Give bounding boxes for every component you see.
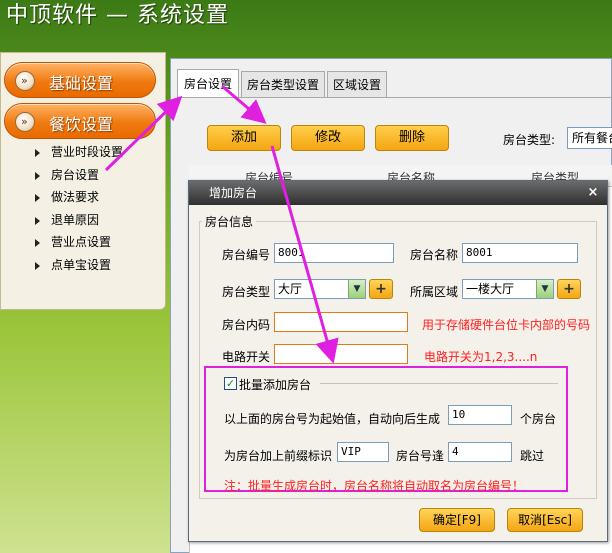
sidebar-subitem-label: 房台设置: [51, 167, 100, 182]
chevron-down-icon[interactable]: ▼: [348, 280, 365, 298]
inner-code-hint: 用于存储硬件台位卡内部的号码: [422, 318, 591, 332]
skip-suffix: 跳过: [520, 449, 545, 463]
tab-divider: [177, 97, 612, 98]
batch-note: 注：批量生成房台时，房台名称将自动取名为房台编号！: [224, 479, 525, 493]
skip-input[interactable]: 4: [448, 442, 512, 462]
dialog-title: 增加房台: [189, 181, 607, 205]
tab-area[interactable]: 区域设置: [327, 71, 387, 97]
sidebar-item-label: 基础设置: [49, 74, 114, 93]
sidebar-submenu: 营业时段设置 房台设置 做法要求 退单原因 营业点设置 点单宝设置: [29, 141, 159, 276]
sidebar-subitem-business-hours[interactable]: 营业时段设置: [29, 141, 159, 164]
room-name-label: 房台名称: [410, 248, 459, 262]
tab-room-type[interactable]: 房台类型设置: [241, 71, 325, 97]
group-title: 房台信息: [202, 213, 257, 230]
room-no-input[interactable]: 8001: [274, 243, 394, 263]
add-area-button[interactable]: +: [557, 279, 581, 299]
arrow-down-icon: »: [15, 112, 35, 132]
close-icon[interactable]: ×: [585, 181, 601, 205]
triangle-right-icon: [35, 194, 40, 202]
sidebar-subitem-label: 退单原因: [51, 212, 100, 227]
sidebar-subitem-return-reasons[interactable]: 退单原因: [29, 209, 159, 232]
triangle-right-icon: [35, 261, 40, 270]
sidebar-subitem-label: 点单宝设置: [51, 257, 112, 272]
add-button[interactable]: 添加: [207, 125, 281, 151]
inner-code-label: 房台内码: [222, 318, 271, 332]
triangle-right-icon: [35, 239, 40, 247]
prefix-label: 为房台加上前缀标识: [224, 449, 333, 463]
skip-label: 房台号逢: [396, 449, 445, 463]
room-type-value: 大厅: [278, 282, 303, 296]
sidebar-item-basic-settings[interactable]: » 基础设置: [4, 62, 156, 98]
room-type-select[interactable]: 大厅 ▼: [274, 279, 366, 299]
circuit-hint: 电路开关为1,2,3....n: [424, 350, 538, 364]
arrow-right-icon: »: [15, 71, 35, 91]
sidebar-subitem-business-points[interactable]: 营业点设置: [29, 231, 159, 254]
triangle-right-icon: [35, 149, 40, 157]
room-no-label: 房台编号: [222, 248, 271, 262]
app-title: 中顶软件 — 系统设置: [6, 3, 229, 28]
sidebar: » 基础设置 » 餐饮设置 营业时段设置 房台设置 做法要求 退单原因 营业点设…: [0, 52, 166, 310]
add-room-type-button[interactable]: +: [369, 279, 393, 299]
cancel-button[interactable]: 取消[Esc]: [507, 508, 583, 532]
room-type-label: 房台类型: [222, 285, 271, 299]
sidebar-subitem-order-treasure[interactable]: 点单宝设置: [29, 254, 159, 277]
circuit-input[interactable]: [274, 344, 408, 364]
sidebar-item-dining-settings[interactable]: » 餐饮设置: [4, 103, 156, 139]
triangle-right-icon: [35, 171, 40, 180]
area-select[interactable]: 一楼大厅 ▼: [462, 279, 554, 299]
sidebar-subitem-room-table[interactable]: 房台设置: [29, 164, 159, 187]
inner-code-input[interactable]: [274, 312, 408, 332]
delete-button[interactable]: 删除: [375, 125, 449, 151]
batch-count-suffix: 个房台: [520, 412, 557, 426]
sidebar-subitem-label: 做法要求: [51, 190, 100, 204]
batch-count-input[interactable]: 10: [448, 405, 512, 425]
type-filter-label: 房台类型:: [503, 133, 556, 147]
edit-button[interactable]: 修改: [291, 125, 365, 151]
batch-divider: [320, 383, 558, 384]
prefix-input[interactable]: VIP: [337, 442, 389, 462]
sidebar-item-label: 餐饮设置: [49, 115, 114, 134]
confirm-button[interactable]: 确定[F9]: [419, 508, 495, 532]
batch-generate-label: 以上面的房台号为起始值，自动向后生成: [224, 412, 441, 426]
triangle-right-icon: [35, 216, 40, 225]
type-filter-select[interactable]: 所有餐台: [567, 127, 612, 149]
area-label: 所属区域: [410, 285, 459, 299]
circuit-label: 电路开关: [222, 350, 271, 364]
sidebar-subitem-label: 营业时段设置: [51, 145, 124, 159]
sidebar-subitem-label: 营业点设置: [51, 235, 112, 249]
tab-room-table[interactable]: 房台设置: [177, 69, 239, 97]
area-value: 一楼大厅: [466, 282, 515, 296]
batch-add-checkbox[interactable]: ✓: [224, 377, 237, 390]
chevron-down-icon[interactable]: ▼: [536, 280, 553, 298]
room-name-input[interactable]: 8001: [462, 243, 578, 263]
sidebar-subitem-cooking-requests[interactable]: 做法要求: [29, 186, 159, 209]
batch-add-label: 批量添加房台: [239, 378, 312, 392]
